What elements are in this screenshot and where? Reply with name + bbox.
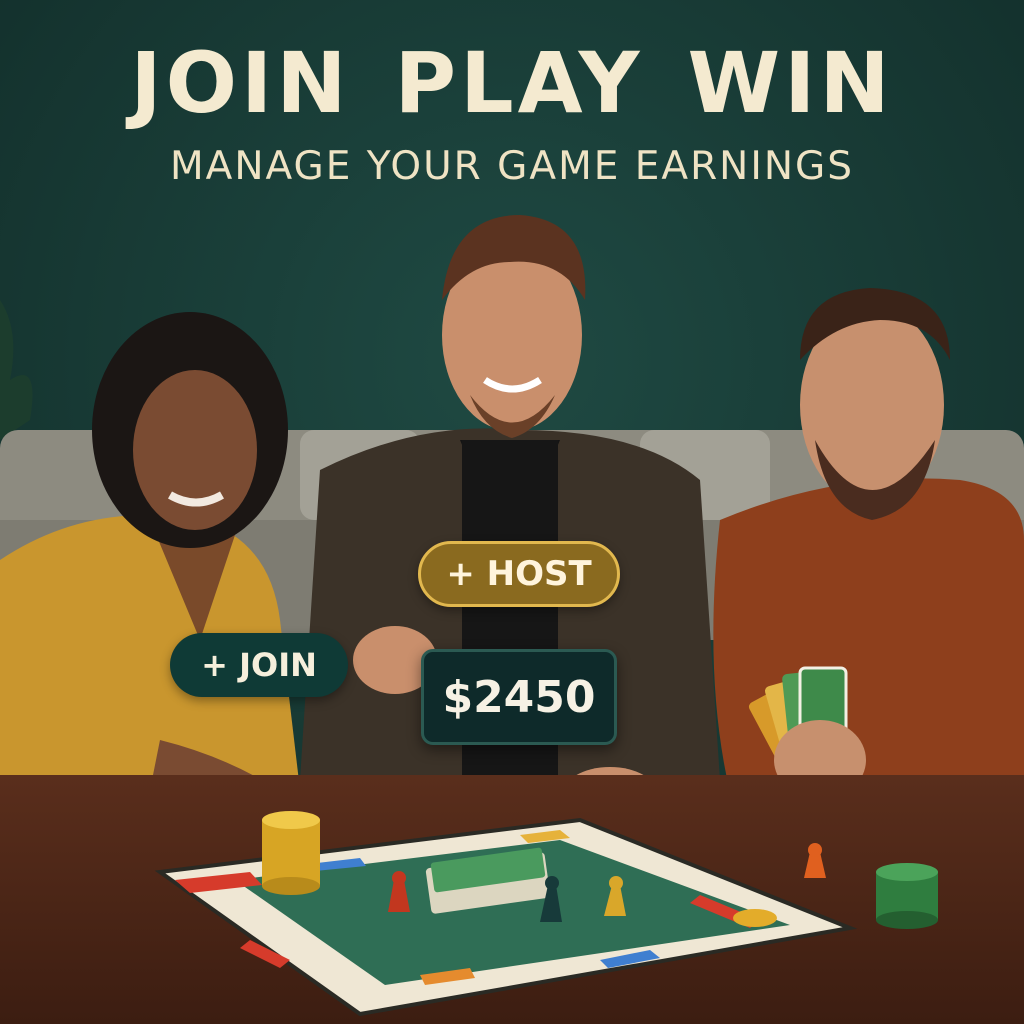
host-button[interactable]: + HOST xyxy=(418,541,620,607)
earnings-balance: $2450 xyxy=(421,649,617,745)
promo-screen: JOIN PLAY WIN MANAGE YOUR GAME EARNINGS + … xyxy=(0,0,1024,1024)
subheadline: MANAGE YOUR GAME EARNINGS xyxy=(169,144,855,189)
join-button[interactable]: + JOIN xyxy=(170,633,348,697)
headline-win: WIN xyxy=(687,34,894,132)
headline: JOIN PLAY WIN xyxy=(0,38,1024,128)
headline-play: PLAY xyxy=(394,34,644,132)
headline-join: JOIN xyxy=(130,34,351,132)
green-coin-stack xyxy=(876,863,938,929)
gold-coin-stack xyxy=(262,811,320,895)
